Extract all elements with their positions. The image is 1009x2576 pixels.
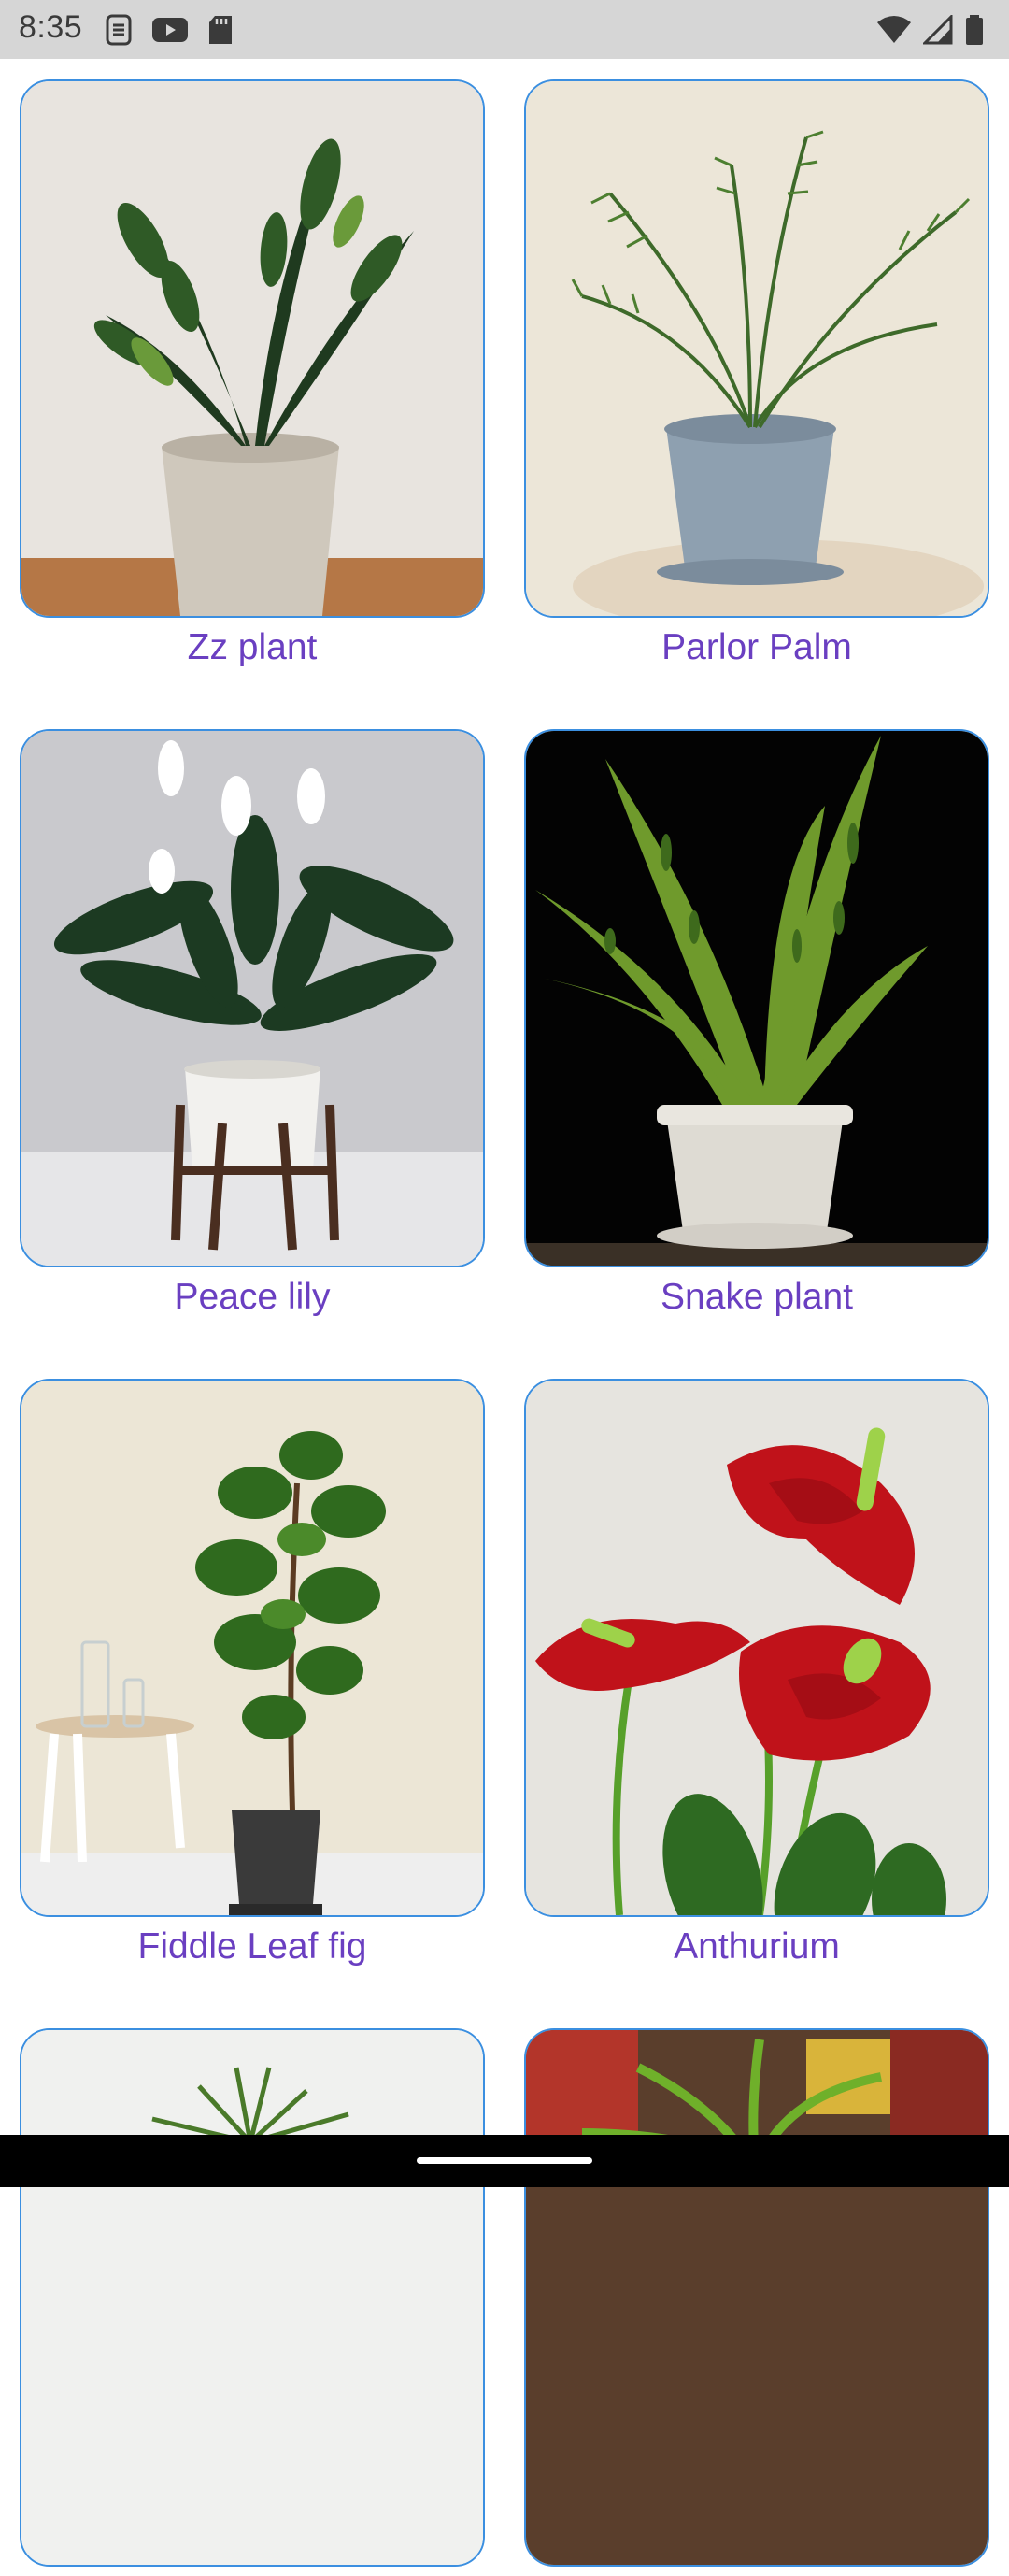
plant-image[interactable] [524,2028,989,2567]
status-time: 8:35 [19,9,83,45]
plant-name: Snake plant [661,1277,853,1317]
home-gesture-handle[interactable] [417,2157,592,2164]
status-bar: 8:35 [0,0,1009,59]
plant-image[interactable] [20,2028,485,2567]
snake-plant-photo [526,731,988,1266]
plant-photo-8 [526,2030,988,2565]
plant-card-parlor-palm[interactable]: Parlor Palm [524,79,989,668]
plant-card-anthurium[interactable]: Anthurium [524,1379,989,1968]
plant-card-snake-plant[interactable]: Snake plant [524,729,989,1318]
status-icons-left [105,13,234,47]
plant-card-fiddle-leaf-fig[interactable]: Fiddle Leaf fig [20,1379,485,1968]
plant-image[interactable] [524,729,989,1267]
plant-name: Peace lily [174,1277,331,1317]
plant-name: Parlor Palm [661,627,852,667]
plant-name: Zz plant [187,627,318,667]
app-notification-icon [105,14,133,46]
plant-card-peace-lily[interactable]: Peace lily [20,729,485,1318]
plant-image[interactable] [20,79,485,618]
plant-image[interactable] [20,1379,485,1917]
plant-card-7[interactable] [20,2028,485,2576]
plant-name: Fiddle Leaf fig [137,1926,367,1967]
plant-image[interactable] [524,1379,989,1917]
plant-card-zz-plant[interactable]: Zz plant [20,79,485,668]
navigation-bar [0,2135,1009,2187]
fiddle-leaf-fig-photo [21,1381,483,1915]
youtube-icon [151,16,189,44]
plant-image[interactable] [20,729,485,1267]
plant-photo-7 [21,2030,483,2565]
signal-icon [923,15,953,45]
plant-image[interactable] [524,79,989,618]
plant-name: Anthurium [674,1926,840,1967]
sd-card-icon [207,14,234,46]
battery-icon [964,14,985,46]
anthurium-photo [526,1381,988,1915]
wifi-icon [876,15,912,45]
peace-lily-photo [21,731,483,1266]
zz-plant-photo [21,81,483,616]
parlor-palm-photo [526,81,988,616]
status-icons-right [876,13,985,47]
plant-card-8[interactable] [524,2028,989,2576]
